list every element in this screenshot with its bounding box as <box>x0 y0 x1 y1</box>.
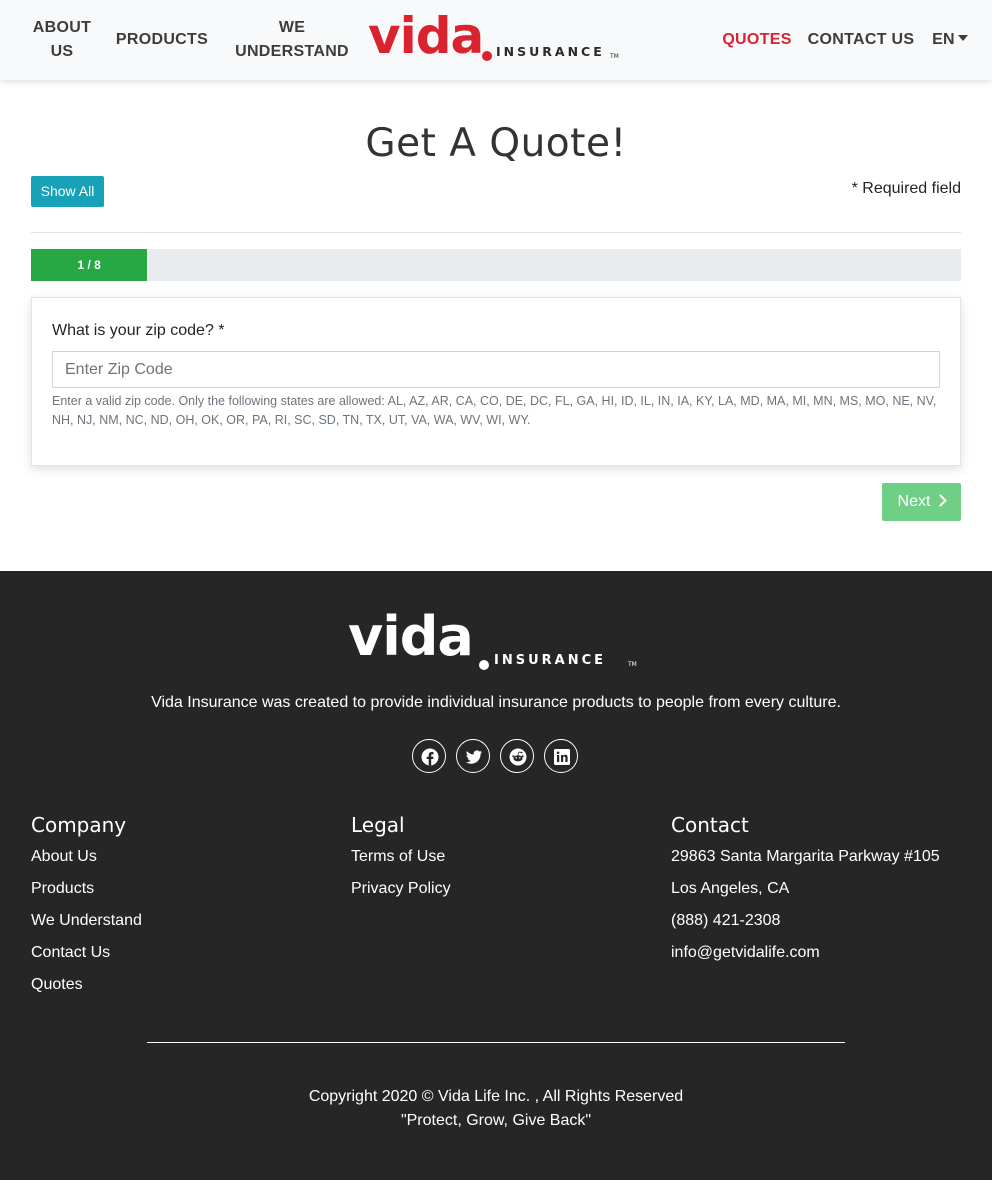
reddit-button[interactable] <box>500 739 534 773</box>
footer-logo-insurance-text: INSURANCE <box>494 653 607 668</box>
footer-phone[interactable]: (888) 421-2308 <box>671 910 780 932</box>
vida-insurance-logo[interactable]: vida INSURANCE TM <box>368 7 620 66</box>
language-dropdown[interactable]: EN <box>928 28 972 52</box>
footer-legal-heading: Legal <box>351 813 405 837</box>
footer-logo: vida INSURANCE TM <box>348 605 644 675</box>
footer-link-quotes[interactable]: Quotes <box>31 974 83 996</box>
copyright-block: Copyright 2020 © Vida Life Inc. , All Ri… <box>0 1085 992 1133</box>
next-label: Next <box>897 493 931 510</box>
facebook-button[interactable] <box>412 739 446 773</box>
language-label: EN <box>932 31 955 48</box>
nav-quotes[interactable]: QUOTES <box>718 28 796 52</box>
footer-logo-dot <box>479 660 489 670</box>
footer-city: Los Angeles, CA <box>671 880 790 897</box>
twitter-icon <box>466 750 482 764</box>
next-button[interactable]: Next <box>882 483 961 521</box>
footer-logo-trademark: TM <box>628 661 637 668</box>
footer: vida INSURANCE TM Vida Insurance was cre… <box>0 571 992 1180</box>
footer-link-contact-us[interactable]: Contact Us <box>31 942 110 964</box>
footer-contact-heading: Contact <box>671 813 749 837</box>
footer-logo-word: vida <box>348 605 474 668</box>
footer-tagline: Vida Insurance was created to provide in… <box>151 694 841 711</box>
footer-divider <box>147 1042 845 1043</box>
nav-about-us[interactable]: ABOUT US <box>22 16 102 64</box>
show-all-button[interactable]: Show All <box>31 176 104 207</box>
footer-email[interactable]: info@getvidalife.com <box>671 942 820 964</box>
footer-link-products[interactable]: Products <box>31 878 94 900</box>
zip-help-text: Enter a valid zip code. Only the followi… <box>52 394 937 427</box>
logo-word: vida <box>368 7 484 65</box>
copyright-text: Copyright 2020 © Vida Life Inc. , All Ri… <box>308 1088 684 1105</box>
required-field-note: * Required field <box>851 180 961 197</box>
progress-bar: 1 / 8 <box>31 249 961 281</box>
chevron-right-icon <box>934 494 948 507</box>
facebook-icon <box>421 748 439 766</box>
zip-code-input[interactable] <box>52 351 940 388</box>
nav-products[interactable]: PRODUCTS <box>112 28 212 52</box>
footer-link-terms[interactable]: Terms of Use <box>351 846 445 868</box>
footer-link-about-us[interactable]: About Us <box>31 846 97 868</box>
logo-trademark: TM <box>610 53 619 60</box>
caret-down-icon <box>957 35 968 42</box>
linkedin-button[interactable] <box>544 739 578 773</box>
top-navbar: ABOUT US PRODUCTS WE UNDERSTAND vida INS… <box>0 0 992 80</box>
footer-motto: "Protect, Grow, Give Back" <box>400 1112 592 1129</box>
nav-we-understand[interactable]: WE UNDERSTAND <box>226 16 358 64</box>
question-card: What is your zip code? * Enter a valid z… <box>31 297 961 466</box>
logo-dot <box>482 51 492 61</box>
nav-contact-us[interactable]: CONTACT US <box>805 28 917 52</box>
twitter-button[interactable] <box>456 739 490 773</box>
footer-company-heading: Company <box>31 813 127 837</box>
progress-fill: 1 / 8 <box>31 249 148 281</box>
zip-question-label: What is your zip code? * <box>52 322 225 339</box>
footer-link-privacy[interactable]: Privacy Policy <box>351 878 451 900</box>
footer-address: 29863 Santa Margarita Parkway #105 <box>671 848 940 865</box>
divider <box>31 232 961 233</box>
reddit-icon <box>509 748 527 766</box>
footer-link-we-understand[interactable]: We Understand <box>31 910 142 932</box>
linkedin-icon <box>554 749 570 765</box>
logo-insurance-text: INSURANCE <box>496 44 605 59</box>
page-title: Get A Quote! <box>365 121 627 166</box>
